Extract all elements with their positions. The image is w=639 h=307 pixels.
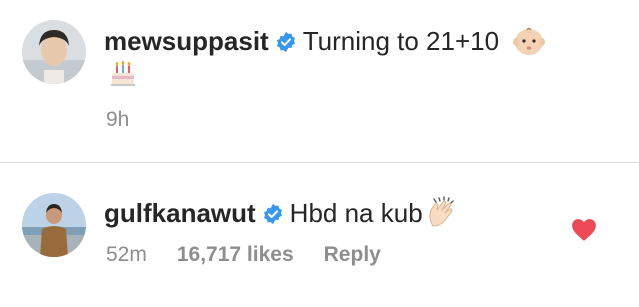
post-author-avatar[interactable] [22, 20, 86, 84]
verified-badge-icon [263, 203, 282, 225]
post-username[interactable]: mewsuppasit [104, 26, 269, 56]
clapping-hands-emoji-icon [429, 196, 454, 227]
comment-username[interactable]: gulfkanawut [104, 198, 256, 228]
comment: gulfkanawut Hbd na kub 52m 16,717 likes Rep… [0, 163, 639, 307]
birthday-cake-emoji-icon [111, 61, 135, 86]
comment-time: 52m [106, 243, 147, 266]
comment-text: Hbd na kub [289, 198, 423, 228]
post-caption-line-2 [108, 58, 138, 90]
comment-author-avatar[interactable] [22, 193, 86, 257]
post-meta: 9h [106, 108, 129, 132]
reply-button[interactable]: Reply [324, 243, 381, 266]
post-time: 9h [106, 108, 130, 131]
verified-badge-icon [276, 31, 295, 53]
comment-line: gulfkanawut Hbd na kub [104, 196, 459, 229]
post-caption-line: mewsuppasit Turning to 21+10 [104, 25, 546, 57]
post: mewsuppasit Turning to 21+10 9h [0, 0, 639, 162]
comment-likes[interactable]: 16,717 likes [177, 243, 294, 266]
post-caption-text: Turning to 21+10 [302, 26, 500, 56]
comment-meta: 52m 16,717 likes Reply [106, 243, 411, 267]
baby-face-emoji-icon [513, 27, 546, 55]
heart-icon[interactable] [571, 218, 597, 242]
